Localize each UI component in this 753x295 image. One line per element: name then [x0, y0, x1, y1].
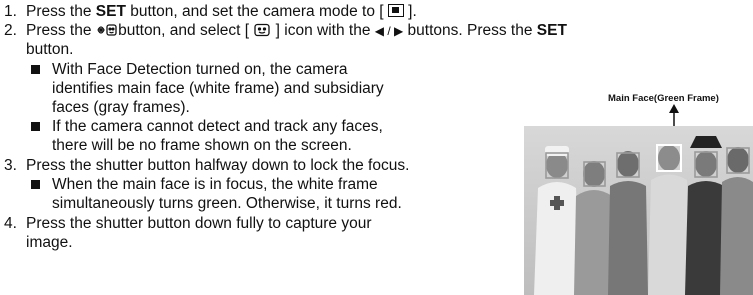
macro-face-button-icon [96, 23, 117, 37]
set-button-label: SET [95, 3, 126, 20]
step-1-number: 1. [4, 3, 17, 20]
bullet-2-line-1: If the camera cannot detect and track an… [52, 118, 383, 135]
face-detection-photo [524, 126, 753, 295]
step-4-line-1: Press the shutter button down fully to c… [26, 215, 372, 232]
step-3-text: Press the shutter button halfway down to… [26, 157, 410, 174]
camera-mode-icon [387, 4, 404, 17]
step-4-number: 4. [4, 215, 17, 232]
set-button-label-2: SET [536, 22, 567, 39]
bullet-1-line-3: faces (gray frames). [52, 99, 190, 116]
bullet-square-icon [31, 180, 40, 189]
step-1-text: Press the SET button, and set the camera… [26, 3, 417, 20]
face-detection-icon [253, 23, 271, 37]
bullet-square-icon [31, 122, 40, 131]
bullet-square-icon [31, 65, 40, 74]
bullet-1-line-2: identifies main face (white frame) and s… [52, 80, 384, 97]
step-2-continuation: button. [26, 41, 74, 58]
bullet-2-line-2: there will be no frame shown on the scre… [52, 137, 352, 154]
left-right-arrows-icon: ◀ / ▶ [374, 24, 404, 38]
step-2-text: Press the button, and select [ ] icon wi… [26, 22, 567, 39]
figure-caption: Main Face(Green Frame) [608, 93, 719, 104]
bullet-3-line-2: simultaneously turns green. Otherwise, i… [52, 195, 402, 212]
manual-page: 1. Press the SET button, and set the cam… [0, 0, 753, 295]
bullet-1-line-1: With Face Detection turned on, the camer… [52, 61, 348, 78]
step-3-number: 3. [4, 157, 17, 174]
step-2-number: 2. [4, 22, 17, 39]
step-4-line-2: image. [26, 234, 73, 251]
bullet-3-line-1: When the main face is in focus, the whit… [52, 176, 378, 193]
